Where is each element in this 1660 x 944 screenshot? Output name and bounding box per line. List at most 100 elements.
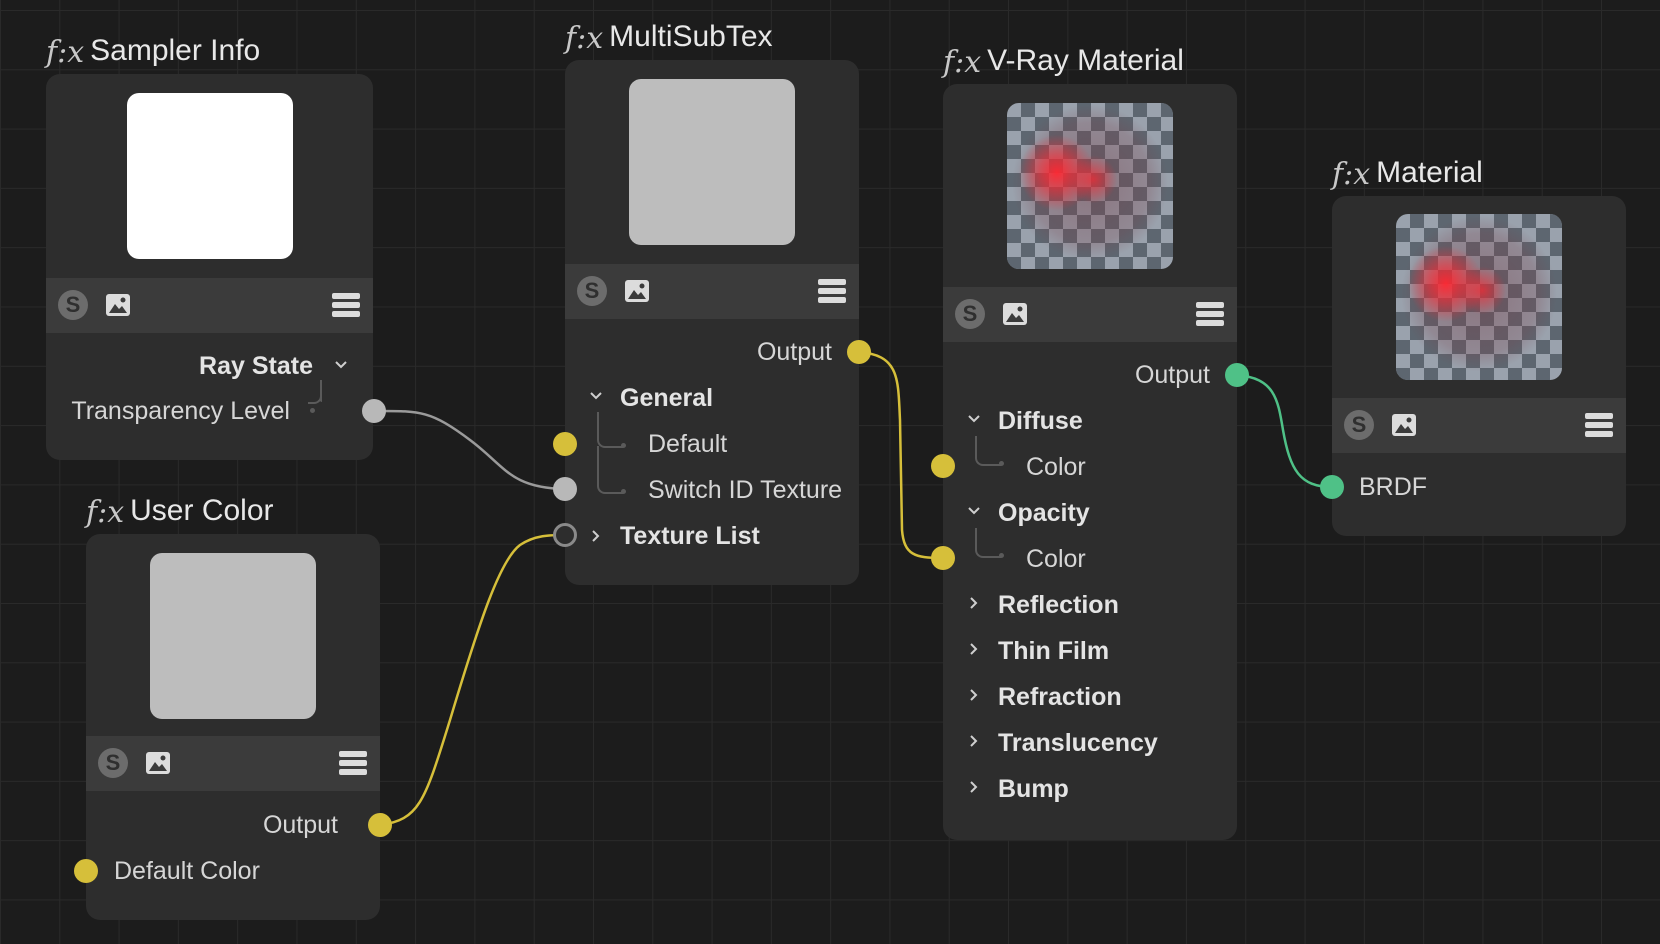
s-icon[interactable]: S [955,299,985,329]
refraction-group-label[interactable]: Refraction [998,677,1122,717]
user-color-node[interactable]: f:x User Color S Output Default Color [74,496,392,920]
material-preview [1007,103,1173,269]
chevron-down-icon[interactable] [334,358,348,372]
multisubtex-node[interactable]: f:x MultiSubTex S Output General Default… [553,22,871,585]
diffuse-color-input-port[interactable] [931,454,955,478]
chevron-down-icon[interactable] [967,504,981,518]
wire-transparency-to-switch-id[interactable] [373,409,566,491]
sampler-info-node[interactable]: f:x Sampler Info S Ray State Transparenc… [46,36,386,460]
chevron-right-icon[interactable] [967,688,981,702]
output-label: Output [756,338,832,366]
vray-material-header[interactable]: f:x V-Ray Material [943,34,1184,78]
node-title: Sampler Info [90,34,261,67]
tree-connector [308,380,322,404]
bump-group-label[interactable]: Bump [998,769,1069,809]
image-icon[interactable] [623,277,651,305]
tree-dot [310,408,315,413]
user-color-header[interactable]: f:x User Color [86,484,274,528]
node-title: Material [1376,156,1483,189]
image-icon[interactable] [1390,411,1418,439]
multisubtex-header[interactable]: f:x MultiSubTex [565,10,773,54]
diffuse-group-label[interactable]: Diffuse [998,401,1083,441]
node-title: V-Ray Material [987,44,1184,77]
image-icon[interactable] [1001,300,1029,328]
tree-connector [975,436,1001,466]
material-header[interactable]: f:x Material [1332,146,1483,190]
default-color-label: Default Color [114,857,260,885]
tree-dot [999,553,1004,558]
menu-icon[interactable] [1584,411,1614,439]
transparency-level-label: Transparency Level [71,397,290,425]
wire-vray-output-to-brdf[interactable] [1236,373,1333,489]
sampler-info-header[interactable]: f:x Sampler Info [46,24,260,68]
opacity-group-label[interactable]: Opacity [998,493,1090,533]
chevron-right-icon[interactable] [967,734,981,748]
fx-icon: f:x [86,495,125,530]
opacity-color-label: Color [1026,545,1086,573]
image-icon[interactable] [104,291,132,319]
texture-list-group-label[interactable]: Texture List [620,516,760,556]
s-icon[interactable]: S [1344,410,1374,440]
ray-state-label[interactable]: Ray State [199,346,313,386]
node-title: MultiSubTex [609,20,773,53]
translucency-group-label[interactable]: Translucency [998,723,1158,763]
menu-icon[interactable] [1195,300,1225,328]
chevron-right-icon[interactable] [589,529,603,543]
thin-film-group-label[interactable]: Thin Film [998,631,1109,671]
general-group-label[interactable]: General [620,378,713,418]
chevron-right-icon[interactable] [967,596,981,610]
node-toolbar: S [46,278,373,333]
node-body: S Output Diffuse Color Opacity Color Ref… [931,84,1249,840]
s-icon[interactable]: S [98,748,128,778]
menu-icon[interactable] [817,277,847,305]
wire-usercolor-output-to-texture-list[interactable] [379,533,566,827]
output-port[interactable] [847,340,871,364]
node-body: S Ray State Transparency Level [46,74,386,460]
output-port[interactable] [1225,363,1249,387]
wire-multisubtex-output-to-opacity-color[interactable] [858,350,943,560]
diffuse-color-label: Color [1026,453,1086,481]
chevron-right-icon[interactable] [967,780,981,794]
opacity-color-input-port[interactable] [931,546,955,570]
preview-swatch [126,93,293,259]
tree-connector [597,412,623,448]
switch-id-texture-input-port[interactable] [553,477,577,501]
preview-swatch [150,553,316,719]
sphere-preview-image [1396,214,1562,380]
fx-icon: f:x [46,35,85,70]
tree-dot [999,461,1004,466]
output-label: Output [262,811,338,839]
node-body: S BRDF [1320,196,1626,536]
fx-icon: f:x [565,21,604,56]
texture-list-input-port[interactable] [553,523,577,547]
fx-icon: f:x [1332,157,1371,192]
transparency-level-output-port[interactable] [362,399,386,423]
material-preview [1396,214,1562,380]
image-icon[interactable] [144,749,172,777]
node-body: S Output General Default Switch ID Textu… [553,60,871,585]
tree-connector [975,528,1001,558]
reflection-group-label[interactable]: Reflection [998,585,1119,625]
default-input-port[interactable] [553,432,577,456]
node-body: S Output Default Color [74,534,392,920]
s-icon[interactable]: S [58,290,88,320]
node-toolbar: S [86,736,380,791]
node-toolbar: S [943,287,1237,342]
menu-icon[interactable] [331,291,361,319]
default-color-input-port[interactable] [74,859,98,883]
chevron-right-icon[interactable] [967,642,981,656]
preview-swatch [629,79,795,245]
menu-icon[interactable] [338,749,368,777]
tree-connector [597,446,623,494]
brdf-input-port[interactable] [1320,475,1344,499]
chevron-down-icon[interactable] [589,389,603,403]
s-icon[interactable]: S [577,276,607,306]
vray-material-node[interactable]: f:x V-Ray Material S Output Diffuse Colo… [931,46,1249,840]
chevron-down-icon[interactable] [967,412,981,426]
sphere-preview-image [1007,103,1173,269]
material-node[interactable]: f:x Material S BRDF [1320,158,1626,536]
output-label: Output [1134,361,1210,389]
output-port[interactable] [368,813,392,837]
node-title: User Color [130,494,274,527]
switch-id-texture-label: Switch ID Texture [648,476,843,504]
